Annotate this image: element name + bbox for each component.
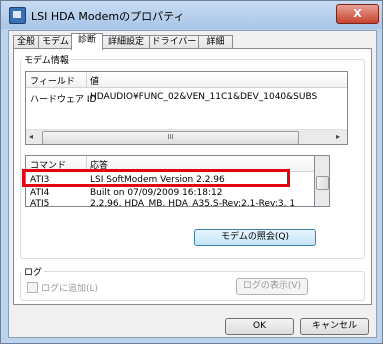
title-bar[interactable]: LSI HDA Modemのプロパティ X: [1, 1, 382, 29]
column-header-field[interactable]: フィールド: [30, 74, 75, 87]
row-field-hardware-id: ハードウェア ID: [30, 95, 97, 105]
window-title: LSI HDA Modemのプロパティ: [31, 10, 185, 23]
close-button[interactable]: X: [336, 4, 379, 24]
annotation-highlight-box: [22, 169, 290, 187]
row-value-hardware-id: HDAUDIO¥FUNC_02&VEN_11C1&DEV_1040&SUBS: [90, 92, 318, 102]
response-cell: Built on 07/09/2009 16:18:12: [90, 188, 223, 198]
column-header-value[interactable]: 値: [90, 74, 99, 87]
tab-driver[interactable]: ドライバー: [149, 35, 199, 49]
command-list-scroll-thumb[interactable]: [316, 176, 329, 190]
command-cell: ATI5: [30, 199, 50, 207]
append-log-label[interactable]: ログに追加(L): [41, 281, 98, 294]
log-group-label: ログ: [22, 265, 45, 278]
ok-button[interactable]: OK: [225, 318, 294, 335]
diagnostics-panel: モデム情報 フィールド 値 ハードウェア ID HDAUDIO¥FUNC_02&…: [13, 48, 372, 305]
column-divider[interactable]: [86, 72, 87, 87]
modem-info-header: フィールド 値: [26, 72, 347, 88]
dialog-client-area: 全般 モデム 診断 詳細設定 ドライバー 詳細 モデム情報 フィールド 値 ハー…: [8, 30, 377, 338]
command-cell: ATI4: [30, 188, 50, 198]
view-log-button[interactable]: ログの表示(V): [236, 278, 308, 295]
tab-advanced[interactable]: 詳細設定: [102, 35, 150, 49]
properties-window: LSI HDA Modemのプロパティ X 全般 モデム 診断 詳細設定 ドライ…: [0, 0, 383, 344]
modem-info-group-label: モデム情報: [22, 53, 71, 66]
query-modem-button[interactable]: モデムの照会(Q): [194, 229, 316, 246]
tab-details[interactable]: 詳細: [198, 35, 233, 49]
tab-modem[interactable]: モデム: [38, 35, 73, 49]
append-log-checkbox[interactable]: [27, 282, 38, 293]
response-cell: 2.2.96, HDA_MB, HDA_A35,S-Rev:2.1-Rev:3.…: [90, 199, 296, 207]
modem-icon: [9, 7, 26, 24]
modem-info-list[interactable]: フィールド 値 ハードウェア ID HDAUDIO¥FUNC_02&VEN_11…: [25, 71, 348, 145]
tab-general[interactable]: 全般: [13, 35, 39, 49]
command-list-vscrollbar[interactable]: [314, 155, 330, 207]
scroll-right-icon[interactable]: ▸: [336, 132, 340, 141]
modem-info-scroll-thumb[interactable]: III: [42, 131, 299, 144]
scroll-left-icon[interactable]: ◂: [29, 132, 33, 141]
modem-info-hscrollbar[interactable]: ◂ III ▸: [26, 129, 347, 144]
cancel-button[interactable]: キャンセル: [300, 318, 369, 335]
tab-diagnostics[interactable]: 診断: [71, 33, 103, 50]
